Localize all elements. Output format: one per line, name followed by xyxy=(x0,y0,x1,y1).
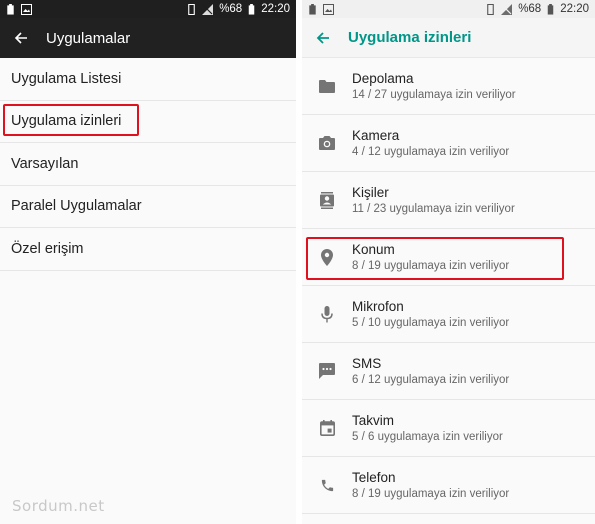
permission-item-microphone[interactable]: Mikrofon 5 / 10 uygulamaya izin veriliyo… xyxy=(302,286,595,343)
status-bar: %68 22:20 xyxy=(0,0,296,18)
permission-title: Depolama xyxy=(352,71,414,86)
highlight-box xyxy=(306,237,564,280)
page-title: Uygulama izinleri xyxy=(348,29,472,46)
permission-subtitle: 4 / 12 uygulamaya izin veriliyor xyxy=(352,146,510,158)
menu-item-label: Paralel Uygulamalar xyxy=(11,198,142,215)
battery-percent: %68 xyxy=(518,3,542,15)
permission-subtitle: 11 / 23 uygulamaya izin veriliyor xyxy=(352,203,515,215)
menu-item-parallel-apps[interactable]: Paralel Uygulamalar xyxy=(0,186,296,228)
permission-title: Telefon xyxy=(352,470,396,485)
permission-item-camera[interactable]: Kamera 4 / 12 uygulamaya izin veriliyor xyxy=(302,115,595,172)
battery-saver-icon xyxy=(309,3,316,15)
permission-item-storage[interactable]: Depolama 14 / 27 uygulamaya izin veriliy… xyxy=(302,58,595,115)
permission-title: SMS xyxy=(352,356,382,371)
arrow-back-icon xyxy=(14,32,27,44)
permission-item-contacts[interactable]: Kişiler 11 / 23 uygulamaya izin veriliyo… xyxy=(302,172,595,229)
permission-title: Kamera xyxy=(352,128,400,143)
page-title: Uygulamalar xyxy=(46,29,131,47)
permission-item-phone[interactable]: Telefon 8 / 19 uygulamaya izin veriliyor xyxy=(302,457,595,514)
permission-item-calendar[interactable]: Takvim 5 / 6 uygulamaya izin veriliyor xyxy=(302,400,595,457)
menu-item-special-access[interactable]: Özel erişim xyxy=(0,228,296,271)
battery-percent: %68 xyxy=(219,3,243,15)
arrow-back-icon xyxy=(316,31,329,44)
clock: 22:20 xyxy=(261,3,290,15)
menu-item-defaults[interactable]: Varsayılan xyxy=(0,143,296,186)
permission-subtitle: 5 / 10 uygulamaya izin veriliyor xyxy=(352,317,510,329)
menu-item-label: Varsayılan xyxy=(11,155,79,172)
vibrate-icon xyxy=(188,3,195,15)
microphone-icon xyxy=(321,305,333,322)
highlight-box xyxy=(3,104,139,136)
image-icon xyxy=(323,3,334,15)
permission-subtitle: 6 / 12 uygulamaya izin veriliyor xyxy=(352,374,510,386)
calendar-icon xyxy=(319,420,335,436)
permission-subtitle: 14 / 27 uygulamaya izin veriliyor xyxy=(352,89,516,101)
signal-off-icon xyxy=(501,3,513,15)
app-bar: Uygulama izinleri xyxy=(302,18,595,58)
camera-icon xyxy=(319,136,335,150)
back-button[interactable] xyxy=(302,31,344,45)
clock: 22:20 xyxy=(560,3,589,15)
apps-screen: %68 22:20 Uygulamalar Uygulama Listesi U… xyxy=(0,0,296,524)
permission-subtitle: 8 / 19 uygulamaya izin veriliyor xyxy=(352,488,510,500)
menu-list: Uygulama Listesi Uygulama izinleri Varsa… xyxy=(0,58,296,271)
app-bar: Uygulamalar xyxy=(0,18,296,58)
permission-title: Takvim xyxy=(352,413,395,428)
permission-subtitle: 5 / 6 uygulamaya izin veriliyor xyxy=(352,431,503,443)
phone-icon xyxy=(321,479,333,491)
permission-title: Mikrofon xyxy=(352,299,404,314)
permission-title: Kişiler xyxy=(352,185,389,200)
menu-item-label: Özel erişim xyxy=(11,240,84,257)
back-button[interactable] xyxy=(0,31,42,45)
battery-icon xyxy=(248,3,255,15)
battery-icon xyxy=(547,3,554,15)
battery-saver-icon xyxy=(7,3,14,15)
permission-list: Depolama 14 / 27 uygulamaya izin veriliy… xyxy=(302,58,595,514)
watermark: Sordum.net xyxy=(12,497,105,515)
menu-item-app-list[interactable]: Uygulama Listesi xyxy=(0,58,296,101)
contacts-icon xyxy=(320,191,334,209)
folder-icon xyxy=(319,80,335,93)
permission-item-sms[interactable]: SMS 6 / 12 uygulamaya izin veriliyor xyxy=(302,343,595,400)
menu-item-label: Uygulama Listesi xyxy=(11,70,122,87)
vibrate-icon xyxy=(487,3,494,15)
status-bar: %68 22:20 xyxy=(302,0,595,18)
app-permissions-screen: %68 22:20 Uygulama izinleri Depolama 14 … xyxy=(302,0,595,524)
signal-off-icon xyxy=(202,3,214,15)
image-icon xyxy=(21,3,32,15)
sms-icon xyxy=(319,363,335,379)
